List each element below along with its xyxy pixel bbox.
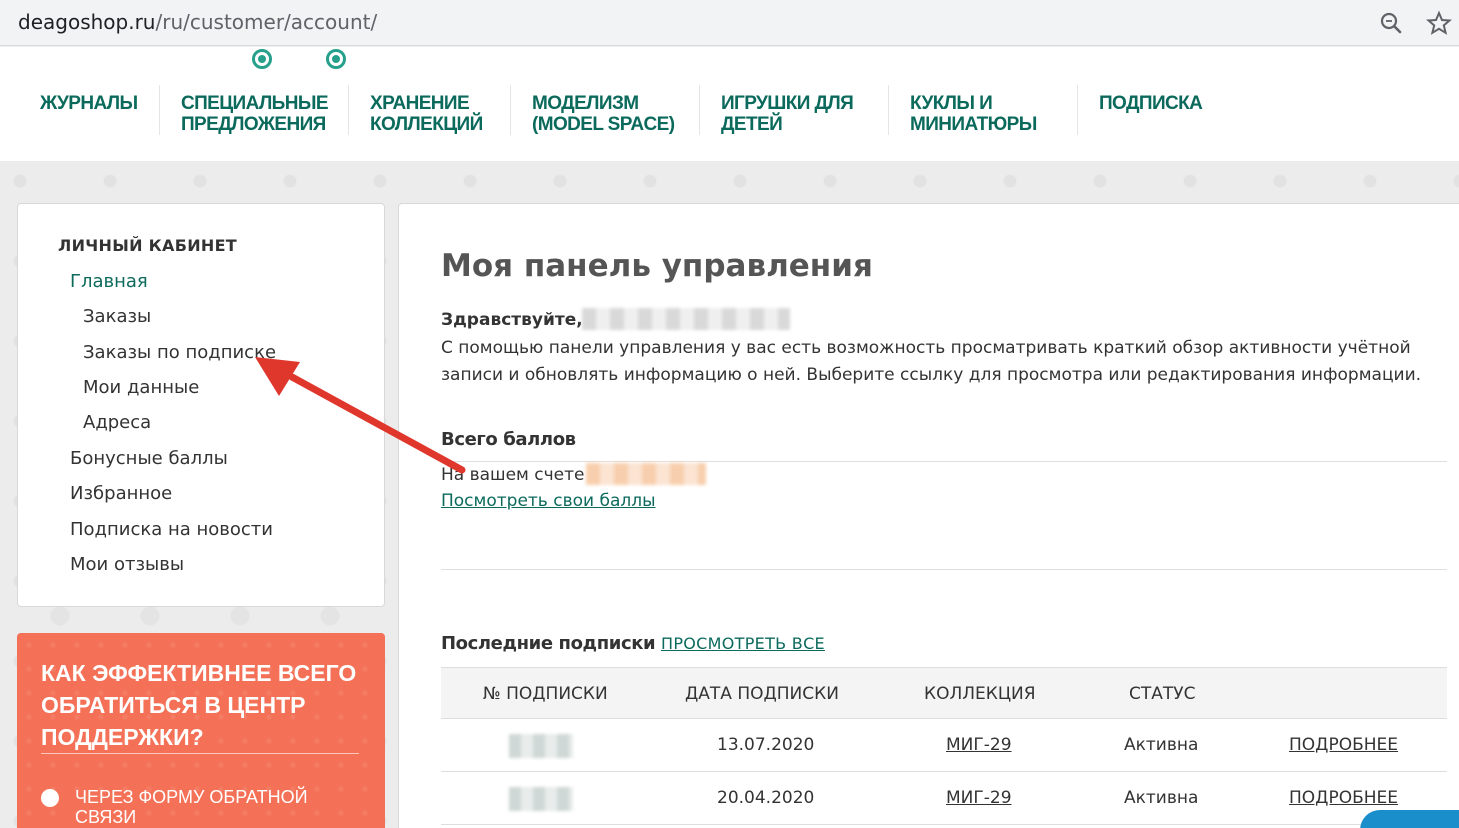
account-sidebar: ЛИЧНЫЙ КАБИНЕТ Главная Заказы Заказы по …	[17, 203, 385, 607]
sidebar-item-addresses[interactable]: Адреса	[83, 412, 151, 433]
redacted-username	[582, 308, 790, 330]
subscription-date: 20.04.2020	[717, 788, 815, 808]
section-divider	[441, 461, 1447, 462]
browser-address-bar: deagoshop.ru/ru/customer/account/	[0, 0, 1459, 46]
nav-modelling[interactable]: МОДЕЛИЗМ (MODEL SPACE)	[532, 93, 677, 135]
dashboard-panel: Моя панель управления Здравствуйте, С по…	[398, 203, 1459, 828]
subscription-status: Активна	[1124, 735, 1199, 755]
sidebar-item-bonus-points[interactable]: Бонусные баллы	[70, 448, 228, 469]
column-header-collection: КОЛЛЕКЦИЯ	[924, 684, 1036, 704]
sidebar-item-my-reviews[interactable]: Мои отзывы	[70, 554, 184, 575]
details-link[interactable]: ПОДРОБНЕЕ	[1289, 735, 1398, 755]
table-row: 13.07.2020 МИГ-29 Активна ПОДРОБНЕЕ	[441, 719, 1447, 772]
collection-link[interactable]: МИГ-29	[946, 735, 1012, 755]
greeting: Здравствуйте,	[441, 310, 583, 330]
top-navigation: ЖУРНАЛЫ СПЕЦИАЛЬНЫЕ ПРЕДЛОЖЕНИЯ ХРАНЕНИЕ…	[0, 47, 1459, 161]
nav-collection-storage[interactable]: ХРАНЕНИЕ КОЛЛЕКЦИЙ	[370, 93, 495, 135]
support-card: КАК ЭФФЕКТИВНЕЕ ВСЕГО ОБРАТИТЬСЯ В ЦЕНТР…	[17, 633, 385, 828]
redacted-subscription-number	[509, 734, 573, 758]
nav-magazines[interactable]: ЖУРНАЛЫ	[40, 93, 150, 114]
decorative-dot-icon	[252, 49, 272, 69]
nav-divider	[699, 85, 700, 135]
subscriptions-table-header: № ПОДПИСКИ ДАТА ПОДПИСКИ КОЛЛЕКЦИЯ СТАТУ…	[441, 667, 1447, 719]
sidebar-item-orders[interactable]: Заказы	[83, 306, 151, 327]
column-header-status: СТАТУС	[1129, 684, 1196, 704]
support-title: КАК ЭФФЕКТИВНЕЕ ВСЕГО ОБРАТИТЬСЯ В ЦЕНТР…	[41, 660, 357, 750]
points-balance-label: На вашем счете	[441, 465, 585, 485]
nav-subscription[interactable]: ПОДПИСКА	[1099, 93, 1229, 114]
redacted-subscription-number	[509, 787, 573, 811]
details-link[interactable]: ПОДРОБНЕЕ	[1289, 788, 1398, 808]
chat-widget-button[interactable]	[1360, 810, 1459, 828]
collection-link[interactable]: МИГ-29	[946, 788, 1012, 808]
redacted-points-balance	[586, 463, 706, 485]
nav-divider	[1077, 85, 1078, 135]
sidebar-item-home[interactable]: Главная	[70, 271, 148, 292]
page-title: Моя панель управления	[441, 248, 873, 284]
subscriptions-section-title: Последние подписки	[441, 633, 656, 654]
sidebar-item-newsletter[interactable]: Подписка на новости	[70, 519, 273, 540]
url-path: /ru/customer/account/	[155, 10, 378, 34]
sidebar-title: ЛИЧНЫЙ КАБИНЕТ	[58, 236, 238, 255]
url-field[interactable]: deagoshop.ru/ru/customer/account/	[18, 10, 377, 34]
table-row: 20.04.2020 МИГ-29 Активна ПОДРОБНЕЕ	[441, 772, 1447, 825]
nav-kids-toys[interactable]: ИГРУШКИ ДЛЯ ДЕТЕЙ	[721, 93, 871, 135]
support-divider	[41, 753, 359, 754]
subscription-date: 13.07.2020	[717, 735, 815, 755]
nav-divider	[348, 85, 349, 135]
column-header-date: ДАТА ПОДПИСКИ	[685, 684, 839, 704]
support-option-label[interactable]: ЧЕРЕЗ ФОРМУ ОБРАТНОЙ СВЯЗИ	[75, 787, 315, 827]
star-icon[interactable]	[1426, 10, 1452, 36]
url-host: deagoshop.ru	[18, 10, 156, 34]
nav-divider	[159, 85, 160, 135]
sidebar-item-favorites[interactable]: Избранное	[70, 483, 172, 504]
view-points-link[interactable]: Посмотреть свои баллы	[441, 491, 656, 511]
points-section-title: Всего баллов	[441, 429, 576, 450]
view-all-subscriptions-link[interactable]: ПРОСМОТРЕТЬ ВСЕ	[661, 634, 825, 653]
section-divider	[441, 569, 1447, 570]
nav-dolls-miniatures[interactable]: КУКЛЫ И МИНИАТЮРЫ	[910, 93, 1050, 135]
nav-special-offers[interactable]: СПЕЦИАЛЬНЫЕ ПРЕДЛОЖЕНИЯ	[181, 93, 331, 135]
nav-divider	[888, 85, 889, 135]
dashboard-intro: С помощью панели управления у вас есть в…	[441, 338, 1422, 385]
subscription-status: Активна	[1124, 788, 1199, 808]
sidebar-item-subscription-orders[interactable]: Заказы по подписке	[83, 342, 276, 363]
zoom-icon[interactable]	[1378, 10, 1404, 36]
sidebar-item-my-data[interactable]: Мои данные	[83, 377, 199, 398]
support-option-radio[interactable]	[41, 789, 59, 807]
column-header-number: № ПОДПИСКИ	[483, 684, 608, 704]
nav-divider	[510, 85, 511, 135]
decorative-dot-icon	[326, 49, 346, 69]
